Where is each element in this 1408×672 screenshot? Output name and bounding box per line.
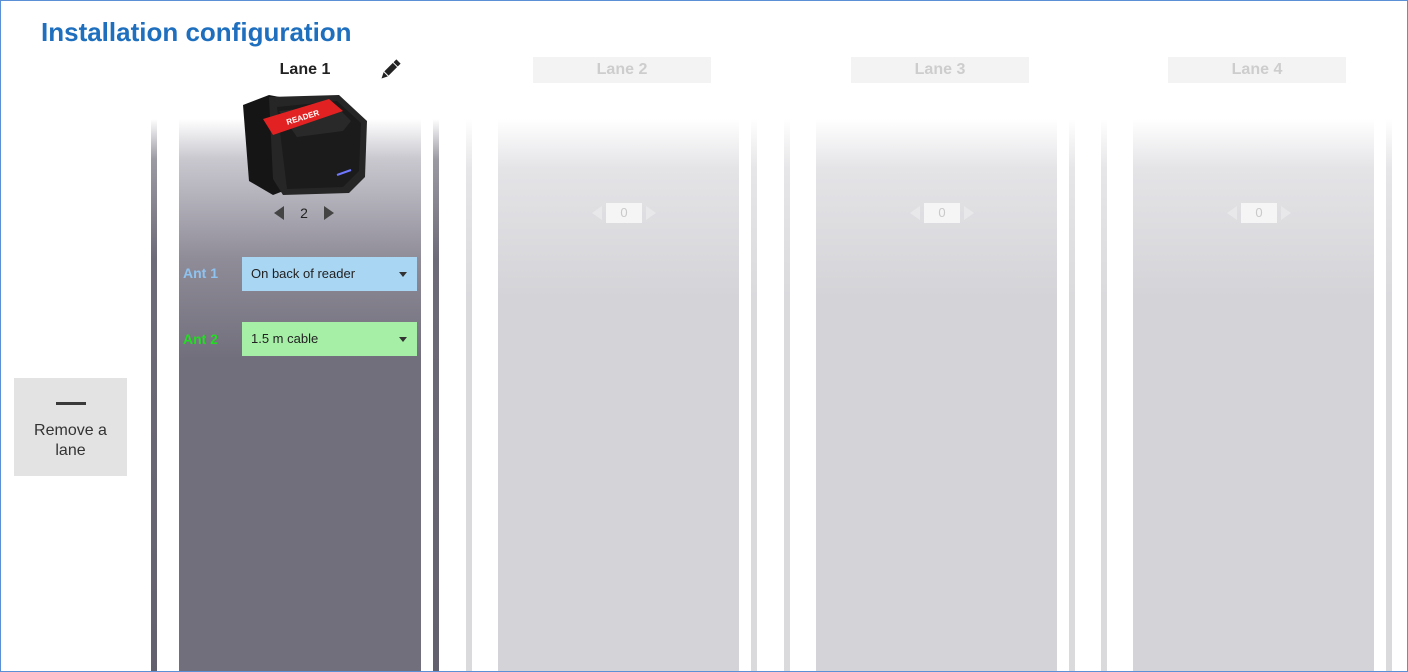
arrow-left-icon[interactable] — [274, 206, 284, 220]
installation-config-panel: Installation configuration Remove a lane… — [0, 0, 1408, 672]
lane-1-reader-count: 2 — [300, 205, 308, 221]
lane-2-reader-stepper: 0 — [579, 201, 669, 225]
pencil-icon[interactable] — [377, 57, 403, 83]
arrow-right-icon[interactable] — [1281, 206, 1291, 220]
lane-3-right-stripe — [1069, 119, 1075, 671]
lane-4-reader-stepper: 0 — [1214, 201, 1304, 225]
ant-2-label: Ant 2 — [183, 331, 218, 347]
remove-lane-label: Remove a lane — [34, 422, 107, 459]
page-title: Installation configuration — [41, 17, 352, 47]
lane-1-title: Lane 1 — [279, 61, 331, 78]
remove-lane-button[interactable]: Remove a lane — [14, 378, 127, 476]
reader-device-icon: READER — [243, 95, 367, 195]
lane-2-right-stripe — [751, 119, 757, 671]
chevron-down-icon — [399, 337, 407, 342]
lane-3-reader-count: 0 — [924, 203, 960, 223]
chevron-down-icon — [399, 272, 407, 277]
lane-2-title: Lane 2 — [533, 57, 711, 83]
lane-4-reader-count: 0 — [1241, 203, 1277, 223]
lane-2-reader-count: 0 — [606, 203, 642, 223]
ant-1-label: Ant 1 — [183, 265, 218, 281]
lane-3-left-stripe — [784, 119, 790, 671]
ant-1-select[interactable]: On back of reader — [242, 257, 417, 291]
ant-2-select-value: 1.5 m cable — [251, 331, 319, 346]
lane-3-reader-stepper: 0 — [897, 201, 987, 225]
arrow-left-icon[interactable] — [910, 206, 920, 220]
lane-4-left-stripe — [1101, 119, 1107, 671]
arrow-right-icon[interactable] — [646, 206, 656, 220]
arrow-left-icon[interactable] — [592, 206, 602, 220]
lane-2-left-stripe — [466, 119, 472, 671]
arrow-left-icon[interactable] — [1227, 206, 1237, 220]
lane-1-right-stripe — [433, 119, 439, 671]
arrow-right-icon[interactable] — [324, 206, 334, 220]
lane-4-right-stripe — [1386, 119, 1392, 671]
arrow-right-icon[interactable] — [964, 206, 974, 220]
lane-1-left-stripe — [151, 119, 157, 671]
minus-icon — [55, 402, 86, 405]
ant-1-select-value: On back of reader — [251, 266, 356, 281]
lane-1-reader-stepper: 2 — [259, 201, 349, 225]
lane-4-title: Lane 4 — [1168, 57, 1346, 83]
lane-3-title: Lane 3 — [851, 57, 1029, 83]
ant-2-select[interactable]: 1.5 m cable — [242, 322, 417, 356]
